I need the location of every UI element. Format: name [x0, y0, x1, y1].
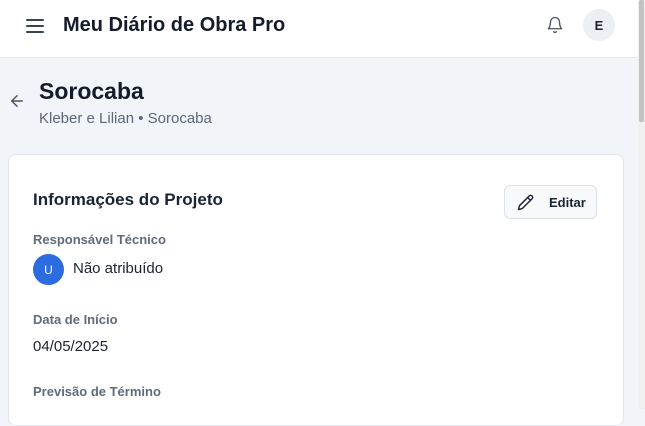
user-avatar[interactable]: E — [583, 9, 615, 41]
page-scrollbar[interactable] — [638, 0, 645, 409]
project-info-card: Informações do Projeto Editar Responsáve… — [8, 154, 624, 426]
page-title: Sorocaba — [39, 78, 144, 104]
edit-button[interactable]: Editar — [504, 185, 597, 219]
responsible-avatar: U — [33, 254, 64, 285]
start-date-value: 04/05/2025 — [33, 338, 109, 355]
end-forecast-label: Previsão de Término — [33, 384, 161, 399]
page-subtitle: Kleber e Lilian • Sorocaba — [39, 110, 212, 127]
card-title: Informações do Projeto — [33, 190, 223, 209]
responsible-value: Não atribuído — [73, 260, 164, 277]
app-title: Meu Diário de Obra Pro — [63, 14, 286, 36]
bell-icon[interactable] — [546, 16, 564, 34]
edit-button-label: Editar — [549, 195, 586, 210]
pencil-icon — [517, 194, 534, 211]
hamburger-menu-icon[interactable] — [25, 16, 45, 36]
responsible-label: Responsável Técnico — [33, 232, 166, 247]
top-app-bar: Meu Diário de Obra Pro E — [0, 0, 638, 58]
scrollbar-thumb[interactable] — [639, 0, 644, 122]
arrow-left-icon[interactable] — [8, 92, 28, 112]
start-date-label: Data de Início — [33, 312, 118, 327]
